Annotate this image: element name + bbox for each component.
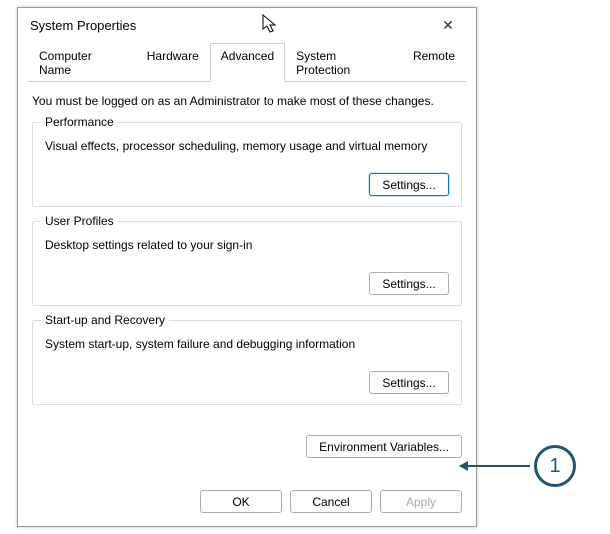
annotation-circle: 1: [534, 445, 576, 487]
system-properties-dialog: System Properties ✕ Computer Name Hardwa…: [17, 7, 477, 527]
admin-notice: You must be logged on as an Administrato…: [32, 94, 462, 108]
tab-advanced[interactable]: Advanced: [210, 43, 285, 82]
group-performance-button-row: Settings...: [45, 173, 449, 196]
group-performance-legend: Performance: [41, 115, 118, 129]
group-startup-recovery-legend: Start-up and Recovery: [41, 313, 169, 327]
group-startup-recovery: Start-up and Recovery System start-up, s…: [32, 320, 462, 405]
group-performance: Performance Visual effects, processor sc…: [32, 122, 462, 207]
environment-variables-row: Environment Variables...: [18, 435, 476, 458]
group-startup-recovery-button-row: Settings...: [45, 371, 449, 394]
close-button[interactable]: ✕: [428, 11, 468, 39]
cancel-button[interactable]: Cancel: [290, 490, 372, 513]
startup-recovery-settings-button[interactable]: Settings...: [369, 371, 449, 394]
performance-settings-button[interactable]: Settings...: [369, 173, 449, 196]
ok-button[interactable]: OK: [200, 490, 282, 513]
titlebar: System Properties ✕: [18, 8, 476, 42]
group-user-profiles: User Profiles Desktop settings related t…: [32, 221, 462, 306]
window-title: System Properties: [30, 18, 136, 33]
user-profiles-settings-button[interactable]: Settings...: [369, 272, 449, 295]
dialog-button-row: OK Cancel Apply: [18, 476, 476, 525]
annotation-callout: 1: [460, 445, 576, 487]
apply-button[interactable]: Apply: [380, 490, 462, 513]
group-user-profiles-button-row: Settings...: [45, 272, 449, 295]
tab-body-advanced: You must be logged on as an Administrato…: [18, 82, 476, 429]
close-icon: ✕: [442, 17, 454, 34]
group-user-profiles-desc: Desktop settings related to your sign-in: [45, 238, 449, 252]
group-user-profiles-legend: User Profiles: [41, 214, 118, 228]
annotation-number: 1: [549, 455, 560, 478]
tab-computer-name[interactable]: Computer Name: [28, 43, 136, 82]
group-performance-desc: Visual effects, processor scheduling, me…: [45, 139, 449, 153]
tab-system-protection[interactable]: System Protection: [285, 43, 402, 82]
tab-strip: Computer Name Hardware Advanced System P…: [28, 42, 466, 82]
tab-remote[interactable]: Remote: [402, 43, 466, 82]
group-startup-recovery-desc: System start-up, system failure and debu…: [45, 337, 449, 351]
environment-variables-button[interactable]: Environment Variables...: [306, 435, 462, 458]
tab-hardware[interactable]: Hardware: [136, 43, 210, 82]
